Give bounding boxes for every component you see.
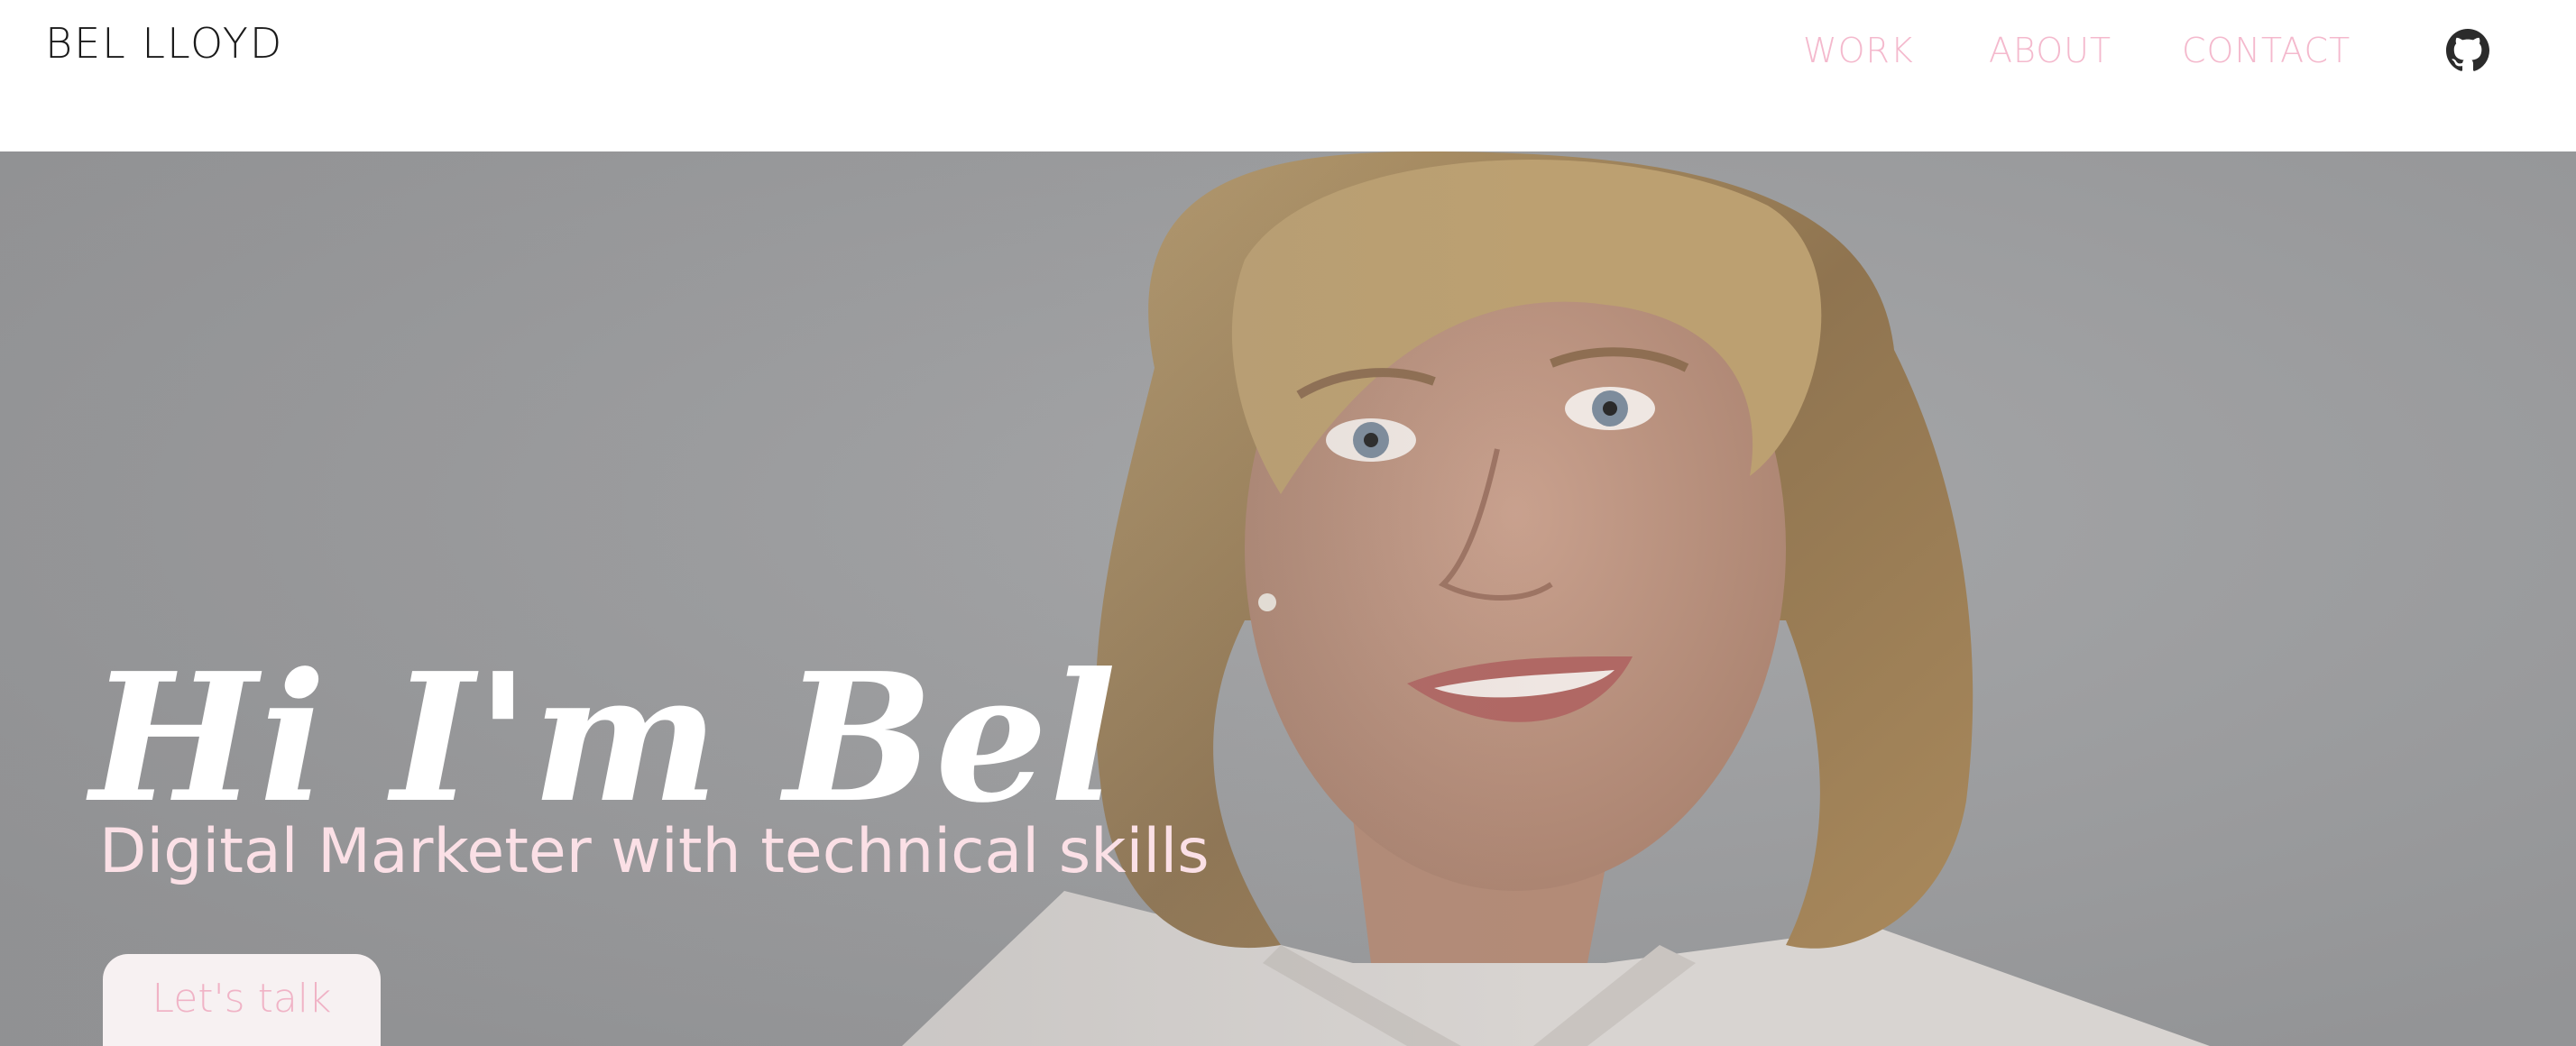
hero-subtitle: Digital Marketer with technical skills xyxy=(99,816,1210,887)
site-brand[interactable]: BEL LLOYD xyxy=(45,16,283,70)
hero-overlay xyxy=(0,151,2576,1046)
page: BEL LLOYD WORK ABOUT CONTACT Hi I'm Bel … xyxy=(0,0,2576,1046)
hero-title: Hi I'm Bel xyxy=(90,635,1119,843)
nav-link-about[interactable]: ABOUT xyxy=(1989,23,2111,78)
lets-talk-button-label: Let's talk xyxy=(152,976,332,1022)
github-icon[interactable] xyxy=(2446,29,2489,72)
nav-link-contact[interactable]: CONTACT xyxy=(2182,23,2351,78)
hero-section: Hi I'm Bel Digital Marketer with technic… xyxy=(0,151,2576,1046)
lets-talk-button[interactable]: Let's talk xyxy=(103,954,381,1046)
github-icon-graphic xyxy=(2446,29,2489,71)
nav-link-work[interactable]: WORK xyxy=(1803,23,1914,78)
main-navigation: WORK ABOUT CONTACT xyxy=(1584,23,2576,78)
top-navigation-bar: BEL LLOYD WORK ABOUT CONTACT xyxy=(0,0,2576,151)
